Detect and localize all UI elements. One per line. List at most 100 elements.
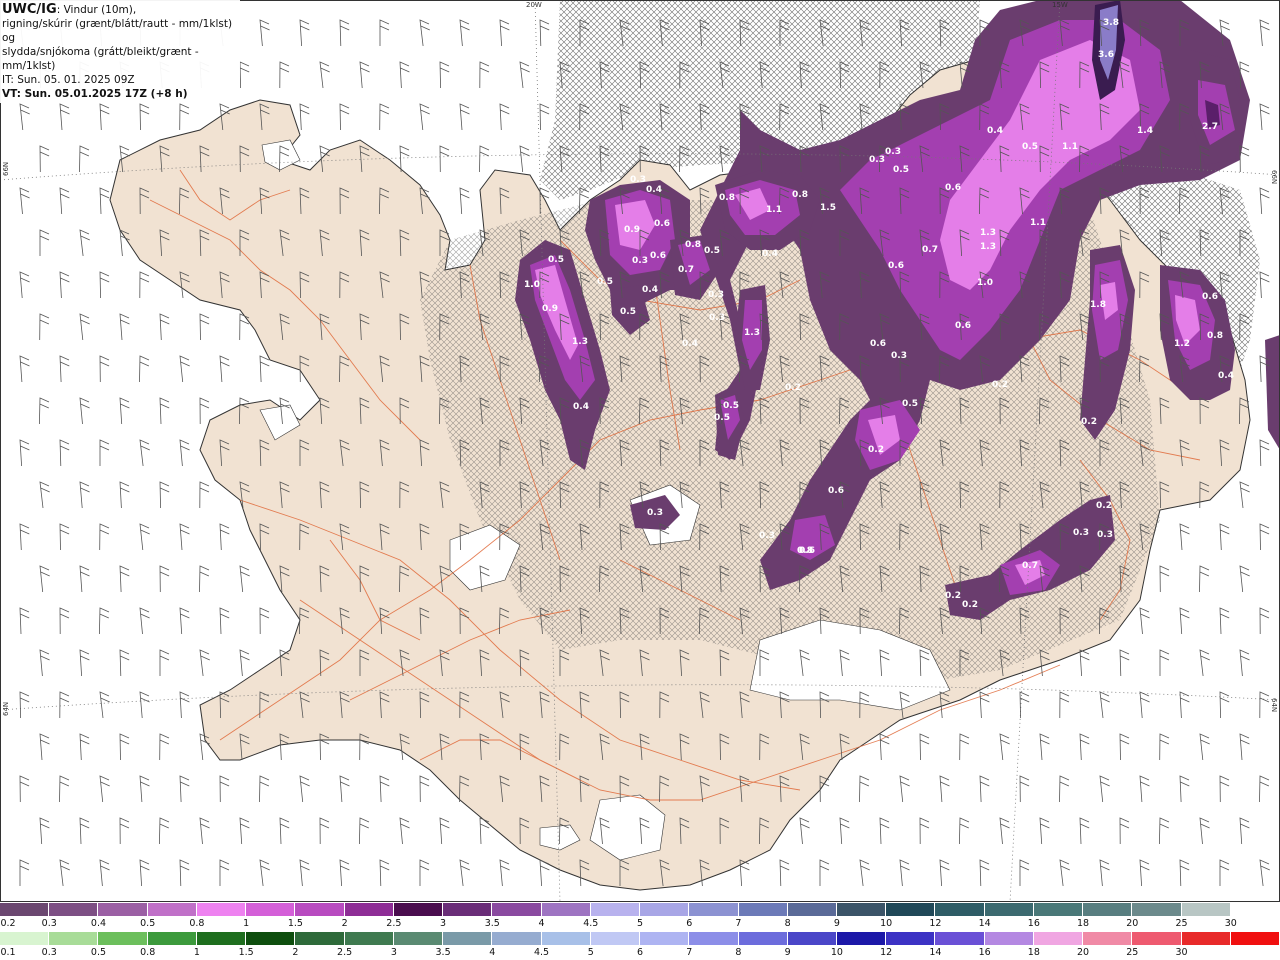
- legend-swatch: [541, 903, 591, 916]
- precip-value-label: 0.4: [682, 339, 698, 349]
- legend-swatch: [49, 903, 99, 916]
- legend-snow-labels: 0.2 0.3 0.4 0.5 0.8 1 1.5 2 2.5 3 3.5 4 4.5 5 6 7 8 9 10 12…: [0, 918, 1280, 930]
- precip-value-label: 0.3: [647, 508, 663, 518]
- legend-label: 12: [929, 918, 942, 929]
- legend-label: 25: [1175, 918, 1188, 929]
- legend-swatch: [1132, 903, 1182, 916]
- legend-label: 18: [1077, 918, 1090, 929]
- legend-label: 2: [292, 947, 299, 958]
- legend-swatch: [1181, 932, 1231, 945]
- legend-swatch: [886, 932, 936, 945]
- precip-value-label: 3.6: [1098, 50, 1114, 60]
- info-line1: : Vindur (10m),: [56, 4, 137, 16]
- precip-value-label: 0.5: [704, 246, 720, 256]
- legend-label: 3.5: [484, 918, 500, 929]
- legend-swatch: [541, 932, 591, 945]
- legend-label: 20: [1126, 918, 1139, 929]
- legend-label: 0.8: [189, 918, 205, 929]
- precip-value-label: 0.5: [902, 399, 918, 409]
- legend-label: 3.5: [435, 947, 451, 958]
- precip-value-label: 0.3: [709, 313, 725, 323]
- legend-label: 4.5: [533, 947, 550, 958]
- precip-value-label: 1.1: [1062, 142, 1078, 152]
- legend-label: 4.5: [583, 918, 599, 929]
- precip-value-label: 0.4: [573, 402, 589, 412]
- lat-label-66n-left: 66N: [2, 162, 10, 176]
- precip-value-label: 1.1: [766, 205, 782, 215]
- legend-label: 5: [587, 947, 594, 958]
- legend-label: 10: [880, 918, 893, 929]
- precip-value-label: 0.3: [869, 155, 885, 165]
- legend-swatch: [196, 903, 247, 916]
- precip-value-label: 0.6: [945, 183, 961, 193]
- precip-value-label: 0.3: [1073, 528, 1089, 538]
- legend-swatch: [935, 903, 985, 916]
- legend-swatch: [1033, 932, 1084, 945]
- precip-value-label: 0.9: [624, 225, 640, 235]
- legend-label: 6: [686, 918, 693, 929]
- legend-label: 5: [636, 918, 644, 929]
- legend-label: 7: [735, 918, 742, 929]
- legend-label: 2.5: [337, 947, 353, 958]
- legend-label: 1.5: [238, 947, 254, 958]
- legend-label: 9: [784, 947, 791, 958]
- lon-label-20w: 20W: [526, 1, 542, 9]
- legend-swatch: [147, 903, 197, 916]
- legend-swatch: [1083, 903, 1133, 916]
- legend-swatch: [0, 932, 50, 945]
- legend-swatch: [640, 903, 690, 916]
- legend-swatch: [689, 903, 739, 916]
- legend-label: 7: [686, 947, 693, 958]
- legend-label: 0.8: [140, 947, 156, 958]
- precip-value-label: 2.7: [1202, 122, 1218, 132]
- precip-value-label: 0.2: [785, 383, 801, 393]
- info-valid-time: VT: Sun. 05.01.2025 17Z (+8 h): [2, 88, 188, 100]
- legend-swatch: [246, 932, 296, 945]
- legend-swatch: [689, 932, 739, 945]
- precip-value-label: 0.5: [597, 277, 613, 287]
- lon-label-15w: 15W: [1052, 1, 1068, 9]
- precip-value-label: 0.8: [792, 190, 808, 200]
- legend-swatch: [1132, 932, 1182, 945]
- legend-label: 30: [1224, 918, 1237, 929]
- legend-swatch: [344, 932, 394, 945]
- legend-swatch: [590, 932, 641, 945]
- legend-label: 0.5: [140, 918, 156, 929]
- precip-value-label: 0.3: [885, 147, 901, 157]
- precip-value-label: 0.6: [654, 219, 670, 229]
- precip-value-label: 0.2: [868, 445, 884, 455]
- precip-value-label: 0.5: [1022, 142, 1038, 152]
- precip-value-label: 0.2: [962, 600, 978, 610]
- precip-value-label: 0.6: [1202, 292, 1218, 302]
- precip-value-label: 3.8: [1103, 18, 1119, 28]
- precip-value-label: 0.6: [650, 251, 666, 261]
- legend-label: 1: [243, 918, 250, 929]
- legend-label: 10: [830, 947, 843, 958]
- precip-value-label: 0.8: [1207, 331, 1223, 341]
- legend-label: 2: [341, 918, 348, 929]
- legend-swatch: [738, 932, 788, 945]
- legend-swatch: [886, 903, 936, 916]
- legend-swatch: [492, 932, 542, 945]
- legend-swatch: [836, 903, 887, 916]
- legend-label: 16: [978, 947, 991, 958]
- legend-label: 4: [538, 918, 545, 929]
- legend-label: 8: [784, 918, 791, 929]
- legend-swatch: [393, 903, 444, 916]
- legend-label: 3: [390, 947, 397, 958]
- legend-swatch: [984, 903, 1034, 916]
- precip-value-label: 1.8: [1090, 300, 1106, 310]
- precip-value-label: 0.8: [685, 240, 701, 250]
- legend-swatch: [443, 903, 493, 916]
- legend-swatch: [836, 932, 887, 945]
- precip-value-label: 0.8: [719, 193, 735, 203]
- precip-value-label: 1.0: [524, 280, 540, 290]
- precip-value-label: 0.5: [893, 165, 909, 175]
- precip-value-label: 0.4: [646, 185, 662, 195]
- legend-label: 9: [833, 918, 840, 929]
- precip-value-label: 1.0: [977, 278, 993, 288]
- precip-value-label: 0.2: [1081, 417, 1097, 427]
- precip-value-label: 0.6: [888, 261, 904, 271]
- legend-label: 12: [880, 947, 893, 958]
- legend-label: 30: [1175, 947, 1188, 958]
